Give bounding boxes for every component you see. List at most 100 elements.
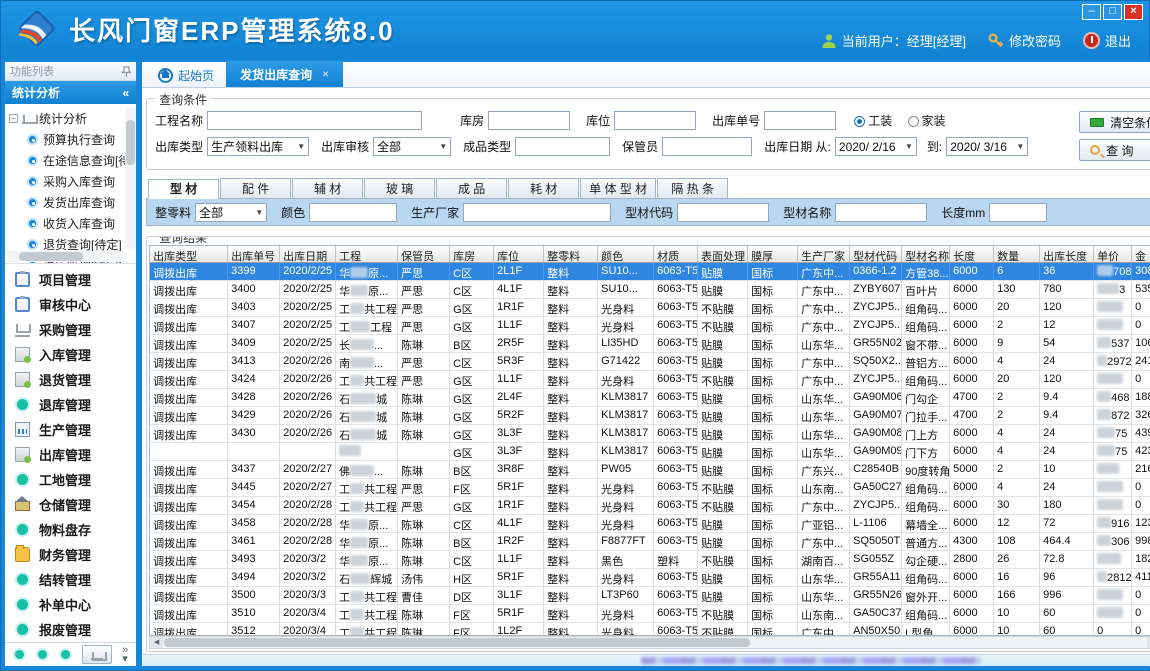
table-row[interactable]: 调拨出库34932020/3/2华原...陈琳C区1L1F整料黑色塑料不贴膜国标…: [150, 551, 1150, 569]
column-header[interactable]: 表面处理: [698, 246, 748, 262]
sidebar-item-inbound[interactable]: 入库管理: [5, 342, 136, 367]
sidebar-item-return-warehouse[interactable]: 退库管理: [5, 392, 136, 417]
minimize-button[interactable]: –: [1082, 4, 1101, 20]
column-header[interactable]: 库房: [450, 246, 494, 262]
table-row[interactable]: 调拨出库34072020/2/25工工程严思G区1L1F整料光身料6063-T5…: [150, 317, 1150, 335]
sidebar-section-header[interactable]: 统计分析 «: [5, 81, 136, 104]
table-row[interactable]: 调拨出库35122020/3/4工共工程陈琳F区1L2F整料光身料6063-T5…: [150, 623, 1150, 636]
table-row[interactable]: 调拨出库34032020/2/25工共工程严思G区1R1F整料光身料6063-T…: [150, 299, 1150, 317]
sidebar-item-audit[interactable]: 审核中心: [5, 292, 136, 317]
tree-item-purchase-inbound-query[interactable]: 采购入库查询: [9, 171, 134, 192]
tree-item-transit-query[interactable]: 在途信息查询[待: [9, 150, 134, 171]
material-tab-profile[interactable]: 型 材: [148, 179, 219, 199]
column-header[interactable]: 长度: [950, 246, 994, 262]
table-row[interactable]: 调拨出库34542020/2/28工共工程严思G区1R1F整料光身料6063-T…: [150, 497, 1150, 515]
tab-close-icon[interactable]: ×: [322, 67, 329, 81]
clear-conditions-button[interactable]: 清空条件: [1079, 111, 1150, 133]
maximize-button[interactable]: □: [1103, 4, 1122, 20]
table-row[interactable]: 调拨出库34452020/2/27工共工程严思F区5R1F整料光身料6063-T…: [150, 479, 1150, 497]
column-header[interactable]: 出库长度: [1040, 246, 1094, 262]
table-row[interactable]: 调拨出库34092020/2/25长...陈琳B区2R5F整料LI35HD606…: [150, 335, 1150, 353]
date-from-picker[interactable]: 2020/ 2/16▼: [835, 137, 917, 156]
tree-item-budget-query[interactable]: 预算执行查询: [9, 129, 134, 150]
sidebar-item-carryover[interactable]: 结转管理: [5, 567, 136, 592]
date-to-picker[interactable]: 2020/ 3/16▼: [946, 137, 1028, 156]
material-tab-product[interactable]: 成 品: [436, 178, 507, 198]
column-header[interactable]: 膜厚: [748, 246, 798, 262]
table-row[interactable]: 调拨出库34942020/3/2石辉城汤伟H区5R1F整料光身料6063-T5贴…: [150, 569, 1150, 587]
sidebar-item-inventory[interactable]: 物料盘存: [5, 517, 136, 542]
circle-icon[interactable]: [59, 648, 72, 661]
tree-root-statistics[interactable]: − 统计分析: [9, 108, 134, 129]
column-header[interactable]: 单价: [1094, 246, 1132, 262]
cart-button[interactable]: [82, 645, 112, 664]
change-password-button[interactable]: 修改密码: [988, 31, 1061, 50]
column-header[interactable]: 型材名称: [902, 246, 950, 262]
material-tab-single-profile[interactable]: 单 体 型 材: [580, 178, 656, 198]
location-input[interactable]: [614, 111, 696, 130]
sidebar-item-project[interactable]: 项目管理: [5, 267, 136, 292]
table-row[interactable]: 调拨出库34372020/2/27佛...陈琳B区3R8F整料PW056063-…: [150, 461, 1150, 479]
material-tab-consumable[interactable]: 耗 材: [508, 178, 579, 198]
table-row[interactable]: 调拨出库34582020/2/28华原...陈琳C区4L1F整料光身料6063-…: [150, 515, 1150, 533]
audit-select[interactable]: 全部▼: [373, 137, 451, 156]
zhengling-select[interactable]: 全部▼: [195, 203, 267, 222]
table-horizontal-scrollbar[interactable]: ◀▶: [149, 636, 1150, 649]
logout-button[interactable]: 退出: [1083, 31, 1131, 50]
column-header[interactable]: 出库类型: [150, 246, 228, 262]
column-header[interactable]: 数量: [994, 246, 1040, 262]
search-button[interactable]: 查 询: [1079, 139, 1150, 161]
order-no-input[interactable]: [764, 111, 836, 130]
more-buttons-chevron[interactable]: »▾: [122, 646, 128, 664]
column-header[interactable]: 出库日期: [280, 246, 336, 262]
radio-gongzhuang[interactable]: [854, 116, 865, 127]
keeper-input[interactable]: [662, 137, 752, 156]
circle-icon[interactable]: [13, 648, 26, 661]
column-header[interactable]: 生产厂家: [798, 246, 850, 262]
material-tab-auxiliary[interactable]: 辅 材: [292, 178, 363, 198]
table-row[interactable]: 调拨出库35002020/3/3工共工程曹佳D区3L1F整料LT3P606063…: [150, 587, 1150, 605]
sidebar-item-production[interactable]: 生产管理: [5, 417, 136, 442]
table-row[interactable]: 调拨出库34302020/2/26石城陈琳G区3L3F整料KLM38176063…: [150, 425, 1150, 443]
material-tab-glass[interactable]: 玻 璃: [364, 178, 435, 198]
project-name-input[interactable]: [207, 111, 422, 130]
length-input[interactable]: [989, 203, 1047, 222]
warehouse-input[interactable]: [488, 111, 570, 130]
column-header[interactable]: 型材代码: [850, 246, 902, 262]
sidebar-item-finance[interactable]: 财务管理: [5, 542, 136, 567]
column-header[interactable]: 金: [1132, 246, 1150, 262]
sidebar-item-outbound[interactable]: 出库管理: [5, 442, 136, 467]
tab-shipment-outbound-query[interactable]: 发货出库查询 ×: [226, 61, 343, 87]
close-button[interactable]: ×: [1124, 4, 1143, 20]
table-row[interactable]: G区3L3F整料KLM38176063-T5贴膜国标山东华...GA90M09.…: [150, 443, 1150, 461]
table-row[interactable]: 调拨出库33992020/2/25华原...严思C区2L1F整料SU10...6…: [150, 263, 1150, 281]
table-row[interactable]: 调拨出库34002020/2/25华原...严思C区4L1F整料SU10...6…: [150, 281, 1150, 299]
tree-item-receipt-inbound-query[interactable]: 收货入库查询: [9, 213, 134, 234]
sidebar-item-return-goods[interactable]: 退货管理: [5, 367, 136, 392]
circle-icon[interactable]: [36, 648, 49, 661]
column-header[interactable]: 颜色: [598, 246, 654, 262]
tree-item-shipment-outbound-query[interactable]: 发货出库查询: [9, 192, 134, 213]
tree-vertical-scrollbar[interactable]: [125, 108, 136, 249]
table-row[interactable]: 调拨出库34242020/2/26工共工程严思G区1L1F整料光身料6063-T…: [150, 371, 1150, 389]
radio-jiazhuang[interactable]: [908, 116, 919, 127]
column-header[interactable]: 工程: [336, 246, 398, 262]
color-input[interactable]: [309, 203, 397, 222]
column-header[interactable]: 保管员: [398, 246, 450, 262]
sidebar-item-warehouse[interactable]: 仓储管理: [5, 492, 136, 517]
table-row[interactable]: 调拨出库34292020/2/26石城陈琳G区5R2F整料KLM38176063…: [150, 407, 1150, 425]
column-header[interactable]: 出库单号: [228, 246, 280, 262]
profile-code-input[interactable]: [677, 203, 769, 222]
pin-icon[interactable]: [122, 66, 131, 77]
sidebar-item-site[interactable]: 工地管理: [5, 467, 136, 492]
table-row[interactable]: 调拨出库34282020/2/26石城陈琳G区2L4F整料KLM38176063…: [150, 389, 1150, 407]
sidebar-item-purchase[interactable]: 采购管理: [5, 317, 136, 342]
column-header[interactable]: 材质: [654, 246, 698, 262]
material-tab-fitting[interactable]: 配 件: [220, 178, 291, 198]
collapse-icon[interactable]: «: [122, 86, 129, 100]
outbound-type-select[interactable]: 生产领料出库▼: [207, 137, 309, 156]
sidebar-item-supplement[interactable]: 补单中心: [5, 592, 136, 617]
product-type-input[interactable]: [515, 137, 610, 156]
table-row[interactable]: 调拨出库34612020/2/28华原...陈琳B区1R2F整料F8877FT6…: [150, 533, 1150, 551]
column-header[interactable]: 整零料: [544, 246, 598, 262]
